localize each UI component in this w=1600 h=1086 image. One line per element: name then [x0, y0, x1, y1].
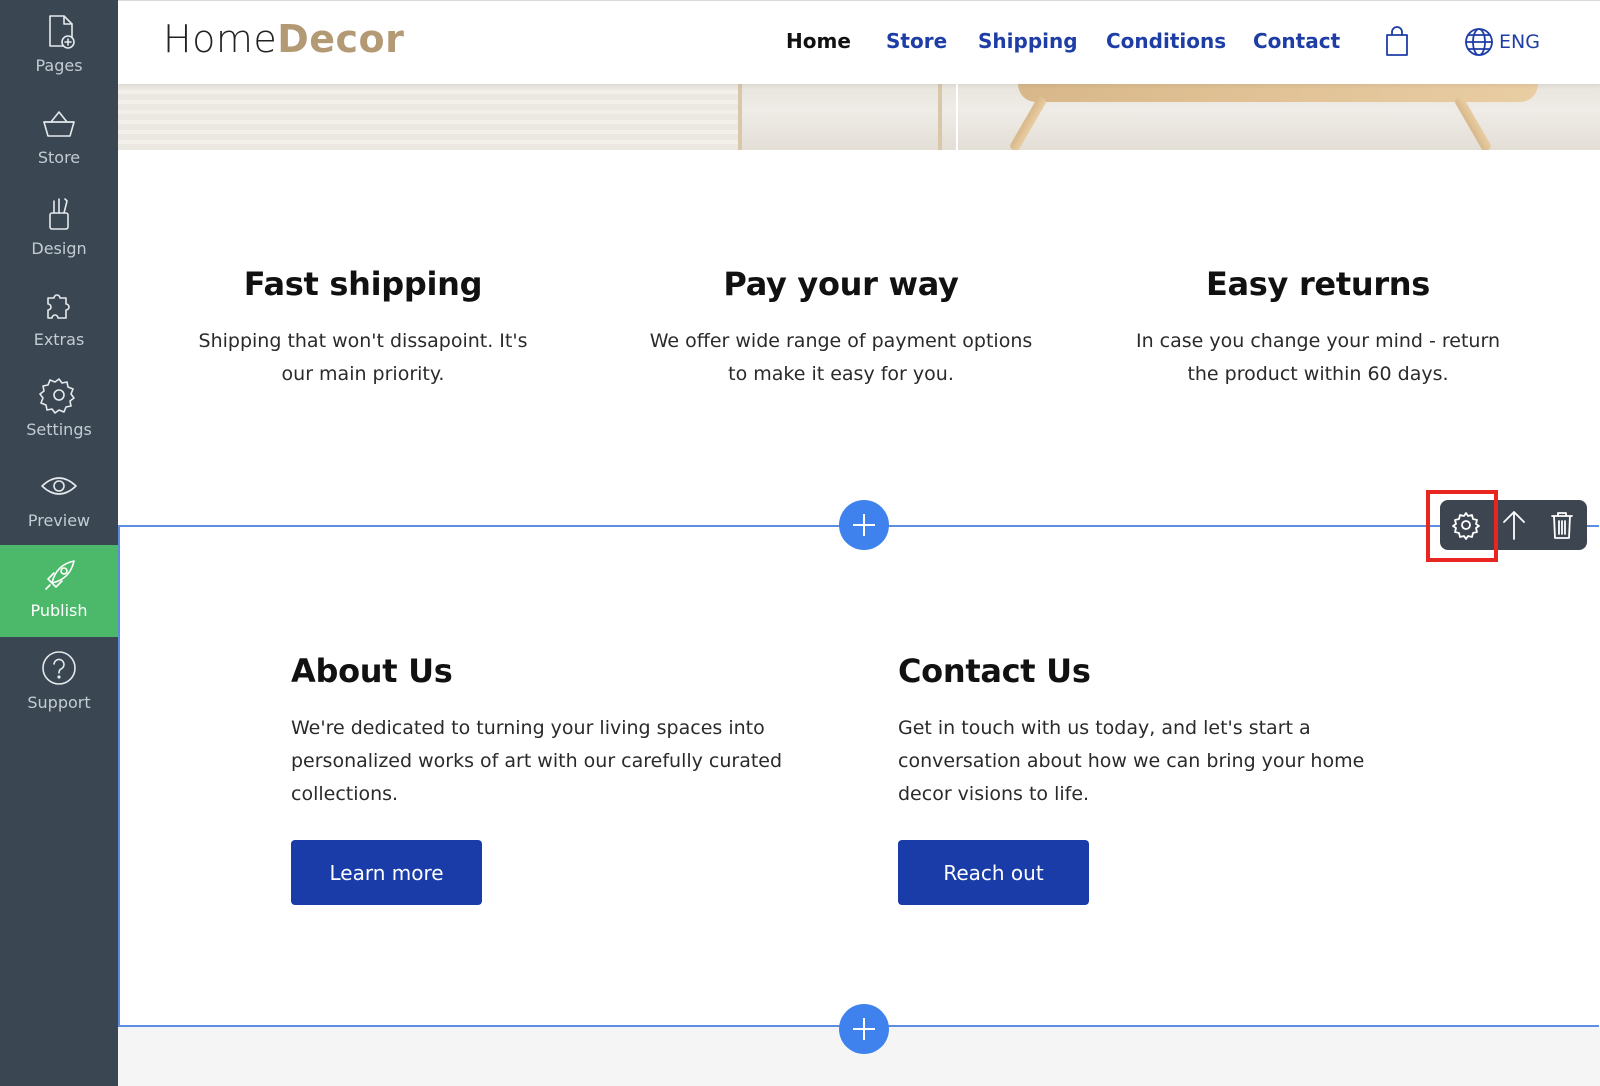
globe-icon[interactable]	[1464, 27, 1494, 61]
contact-text: Get in touch with us today, and let's st…	[898, 717, 1365, 805]
arrow-up-icon	[1503, 511, 1525, 540]
page-canvas: HomeDecor Home Store Shipping Conditions…	[118, 0, 1600, 1086]
sidebar-item-preview[interactable]: Preview	[0, 455, 118, 547]
contact-us-block: Contact Us Get in touch with us today, a…	[898, 652, 1418, 811]
cart-bag-icon[interactable]	[1384, 25, 1410, 61]
site-header[interactable]: HomeDecor Home Store Shipping Conditions…	[118, 0, 1600, 84]
sidebar-item-extras[interactable]: Extras	[0, 274, 118, 366]
nav-shipping[interactable]: Shipping	[978, 29, 1078, 53]
feature-fast-shipping: Fast shipping Shipping that won't dissap…	[133, 265, 593, 391]
reach-out-button[interactable]: Reach out	[898, 840, 1089, 905]
feature-text: We offer wide range of payment options t…	[649, 330, 1033, 385]
logo-part-decor: Decor	[277, 17, 405, 61]
feature-text: Shipping that won't dissapoint. It's our…	[198, 330, 528, 385]
sidebar-item-settings[interactable]: Settings	[0, 364, 118, 456]
feature-pay-your-way: Pay your way We offer wide range of paym…	[611, 265, 1071, 391]
feature-title: Pay your way	[723, 265, 959, 303]
trash-icon	[1551, 512, 1573, 539]
design-tools-icon	[49, 198, 69, 230]
basket-icon	[43, 111, 75, 137]
sidebar-item-label: Store	[37, 148, 81, 167]
sidebar-item-label: Publish	[30, 601, 88, 620]
site-logo[interactable]: HomeDecor	[163, 17, 404, 61]
section-settings-button[interactable]	[1442, 500, 1490, 550]
logo-part-home: Home	[163, 17, 278, 61]
eye-icon	[41, 477, 77, 495]
add-section-below-button[interactable]	[839, 1004, 889, 1054]
feature-text: In case you change your mind - return th…	[1136, 330, 1500, 385]
rocket-icon	[45, 560, 75, 590]
hero-image	[118, 84, 1600, 150]
section-toolbar	[1440, 500, 1587, 550]
about-us-block: About Us We're dedicated to turning your…	[291, 652, 811, 811]
sidebar-item-label: Settings	[26, 420, 92, 439]
feature-easy-returns: Easy returns In case you change your min…	[1088, 265, 1548, 391]
feature-title: Easy returns	[1205, 265, 1431, 303]
sidebar-item-label: Design	[31, 239, 87, 258]
about-title: About Us	[291, 652, 453, 690]
add-section-above-button[interactable]	[839, 500, 889, 550]
contact-title: Contact Us	[898, 652, 1091, 690]
editor-sidebar: Pages Store Design Extras Settings Previ…	[0, 0, 118, 1086]
nav-home[interactable]: Home	[786, 29, 851, 53]
move-section-up-button[interactable]	[1490, 500, 1538, 550]
about-text: We're dedicated to turning your living s…	[291, 717, 783, 805]
plus-icon	[853, 514, 875, 536]
language-selector[interactable]: ENG	[1499, 31, 1540, 53]
delete-section-button[interactable]	[1538, 500, 1586, 550]
sidebar-item-label: Support	[27, 693, 91, 712]
learn-more-button[interactable]: Learn more	[291, 840, 482, 905]
plus-icon	[853, 1018, 875, 1040]
gear-icon	[39, 378, 75, 414]
puzzle-icon	[47, 294, 70, 319]
sidebar-item-pages[interactable]: Pages	[0, 0, 118, 92]
sidebar-item-label: Extras	[33, 330, 85, 349]
sidebar-item-design[interactable]: Design	[0, 183, 118, 275]
sidebar-item-support[interactable]: Support	[0, 637, 118, 729]
sidebar-item-publish[interactable]: Publish	[0, 545, 118, 637]
nav-store[interactable]: Store	[886, 29, 947, 53]
nav-conditions[interactable]: Conditions	[1106, 29, 1226, 53]
sidebar-item-label: Preview	[27, 511, 91, 530]
sidebar-item-store[interactable]: Store	[0, 92, 118, 184]
gear-icon	[1452, 512, 1480, 540]
nav-contact[interactable]: Contact	[1253, 29, 1340, 53]
sidebar-item-label: Pages	[35, 56, 83, 75]
question-icon	[42, 651, 76, 685]
feature-title: Fast shipping	[243, 265, 483, 303]
page-add-icon	[49, 15, 75, 49]
